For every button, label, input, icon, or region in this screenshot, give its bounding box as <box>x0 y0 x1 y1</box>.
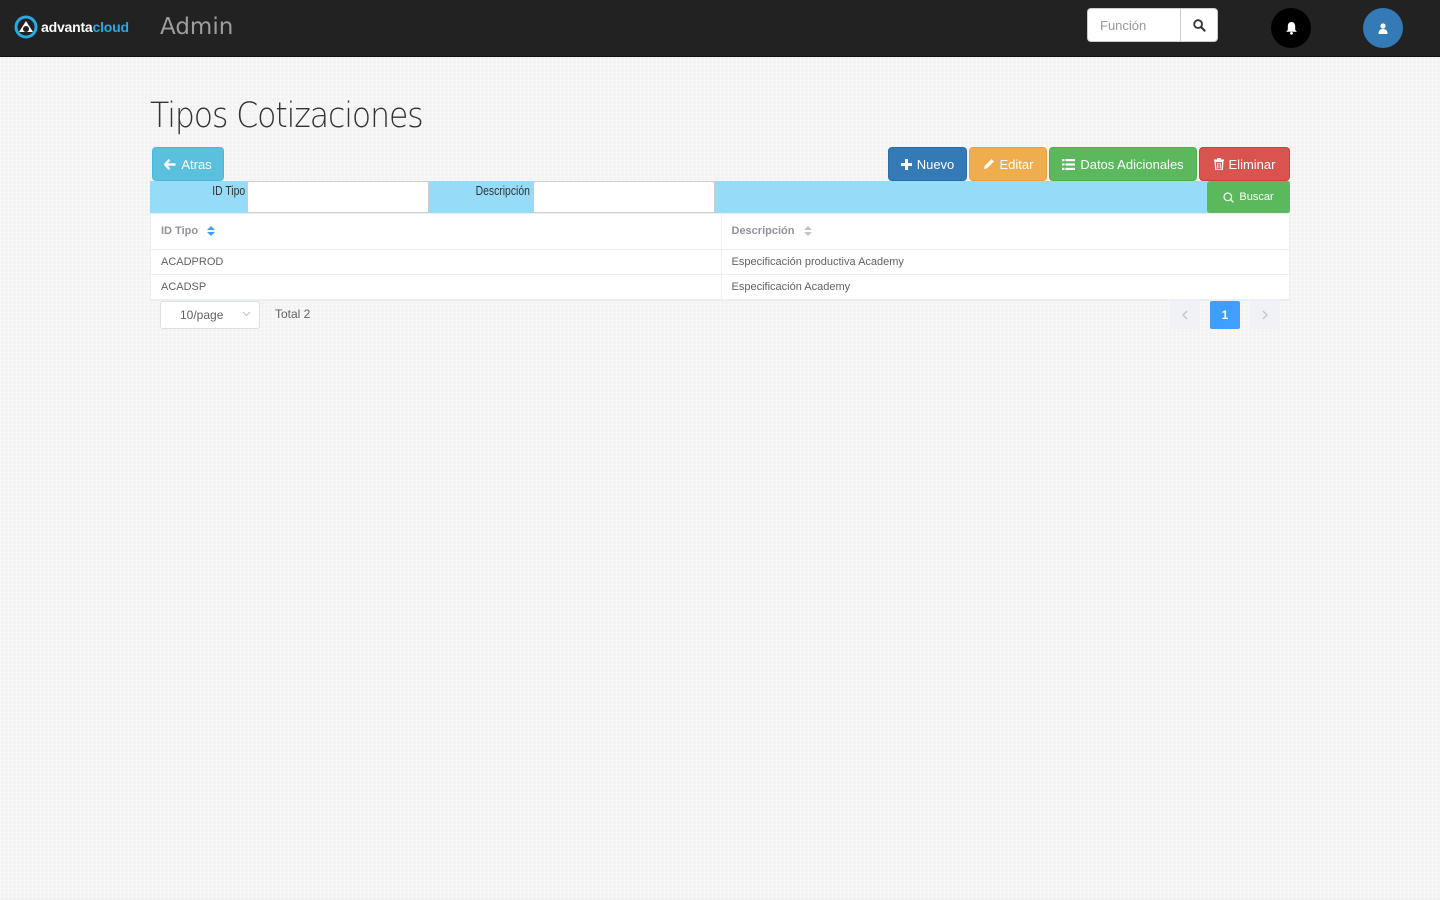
back-button[interactable]: Atras <box>152 147 224 181</box>
table-row[interactable]: ACADSP Especificación Academy <box>151 274 1289 300</box>
chevron-right-icon <box>1262 310 1268 320</box>
list-icon <box>1062 158 1076 170</box>
table-row[interactable]: ACADPROD Especificación productiva Acade… <box>151 249 1289 275</box>
additional-data-label: Datos Adicionales <box>1080 156 1184 172</box>
next-page-button[interactable] <box>1250 301 1280 329</box>
app-title: Admin <box>160 14 234 40</box>
user-icon <box>1378 22 1388 34</box>
page-size-select[interactable]: 10/page <box>160 301 260 329</box>
top-navbar: advantacloud Admin <box>0 0 1440 57</box>
filter-bar: ID Tipo Descripción <box>150 181 1290 213</box>
previous-page-button[interactable] <box>1170 301 1200 329</box>
back-label: Atras <box>181 156 212 172</box>
cell-id-type: ACADSP <box>151 274 722 300</box>
column-header-id-type[interactable]: ID Tipo <box>151 214 722 250</box>
chevron-down-icon <box>242 311 251 317</box>
new-label: Nuevo <box>916 156 955 172</box>
search-icon <box>1223 191 1235 203</box>
chevron-left-icon <box>1182 310 1188 320</box>
function-search-input[interactable] <box>1087 8 1180 42</box>
page-title: Tipos Cotizaciones <box>150 96 424 136</box>
delete-button[interactable]: Eliminar <box>1199 147 1290 181</box>
arrow-left-icon <box>164 158 176 170</box>
description-filter-label: Descripción <box>475 183 530 198</box>
page-number-current[interactable]: 1 <box>1210 301 1240 329</box>
pencil-icon <box>983 159 994 169</box>
user-menu-button[interactable] <box>1363 8 1403 48</box>
id-type-filter-label: ID Tipo <box>212 183 245 198</box>
id-type-filter-input[interactable] <box>247 181 429 213</box>
delete-label: Eliminar <box>1228 156 1276 172</box>
description-filter-input[interactable] <box>533 181 715 213</box>
additional-data-button[interactable]: Datos Adicionales <box>1049 147 1197 181</box>
page-size-value: 10/page <box>180 308 224 322</box>
search-button[interactable] <box>1180 8 1218 42</box>
plus-icon <box>900 158 912 170</box>
search-filter-label: Buscar <box>1239 191 1274 203</box>
notifications-button[interactable] <box>1271 8 1311 48</box>
quote-types-table: ID Tipo Descripción ACADPROD Especificac… <box>150 213 1290 301</box>
bell-icon <box>1285 21 1297 35</box>
function-search <box>1087 8 1218 42</box>
new-button[interactable]: Nuevo <box>888 147 967 181</box>
edit-label: Editar <box>999 156 1034 172</box>
edit-button[interactable]: Editar <box>969 147 1047 181</box>
brand-name: advantacloud <box>41 19 129 35</box>
column-header-description[interactable]: Descripción <box>721 214 1289 250</box>
search-filter-button[interactable]: Buscar <box>1207 181 1290 213</box>
search-icon <box>1192 18 1206 32</box>
cell-id-type: ACADPROD <box>151 249 722 275</box>
total-count: Total 2 <box>275 307 311 321</box>
cell-description: Especificación Academy <box>721 274 1289 300</box>
brand-logo[interactable]: advantacloud <box>14 15 129 39</box>
cloud-logo-icon <box>14 15 38 39</box>
table-header-row: ID Tipo Descripción <box>151 214 1289 250</box>
cell-description: Especificación productiva Academy <box>721 249 1289 275</box>
sort-icon[interactable] <box>803 226 812 237</box>
sort-icon[interactable] <box>207 226 216 237</box>
trash-icon <box>1213 158 1224 170</box>
